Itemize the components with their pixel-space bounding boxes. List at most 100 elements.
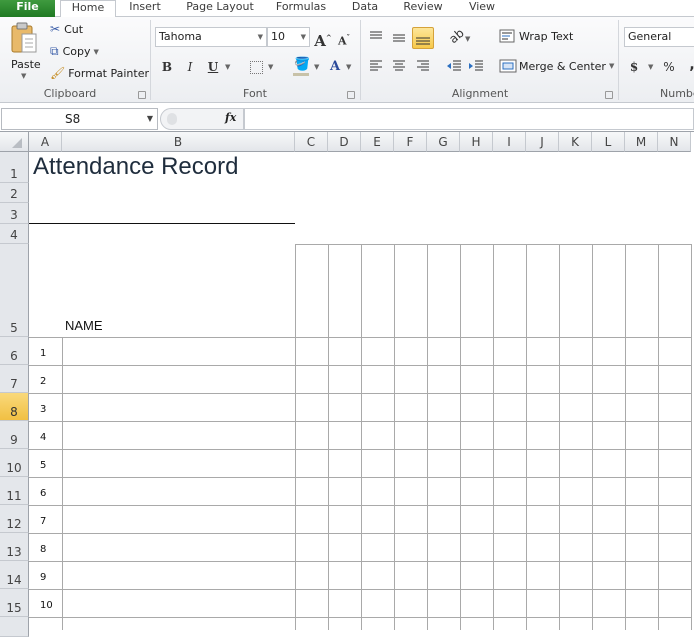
column-header-n[interactable]: N: [658, 132, 691, 152]
italic-button[interactable]: I: [180, 57, 200, 77]
column-header-i[interactable]: I: [493, 132, 526, 152]
column-header-c[interactable]: C: [295, 132, 328, 152]
comma-button[interactable]: ,: [682, 55, 694, 75]
select-all-button[interactable]: [0, 132, 29, 152]
cut-label: Cut: [64, 22, 84, 36]
row-header-2[interactable]: 2: [0, 183, 29, 203]
align-bottom-button[interactable]: [412, 27, 434, 49]
font-size-value: 10: [271, 30, 285, 43]
row-number: 15: [6, 601, 22, 615]
row-header-1[interactable]: 1: [0, 152, 29, 183]
cell-border: [559, 244, 560, 630]
column-header-a[interactable]: A: [29, 132, 62, 152]
cell-border: [658, 244, 659, 630]
tab-view[interactable]: View: [462, 0, 502, 17]
number-group-label: Number: [660, 87, 694, 100]
column-header-g[interactable]: G: [427, 132, 460, 152]
row-header-11[interactable]: 11: [0, 477, 29, 505]
tab-formulas[interactable]: Formulas: [270, 0, 332, 17]
increase-indent-icon[interactable]: [468, 59, 484, 73]
row-header-14[interactable]: 14: [0, 561, 29, 589]
name-box-dropdown-icon[interactable]: ▼: [147, 109, 153, 129]
align-center-icon[interactable]: [391, 59, 407, 73]
formula-bar: S8 ▼ fx: [0, 103, 694, 132]
fill-color-dropdown-icon[interactable]: ▼: [314, 63, 319, 71]
row-number-cell: 7: [40, 516, 47, 527]
row-header-3[interactable]: 3: [0, 203, 29, 224]
clipboard-dialog-launcher[interactable]: [138, 91, 146, 99]
format-painter-button[interactable]: 🖌 Format Painter: [50, 66, 149, 80]
alignment-dialog-launcher[interactable]: [605, 91, 613, 99]
orientation-icon[interactable]: ab: [446, 26, 466, 46]
ribbon-tab-bar: File Home Insert Page Layout Formulas Da…: [0, 0, 694, 18]
formula-input[interactable]: [244, 108, 694, 130]
column-header-k[interactable]: K: [559, 132, 592, 152]
underline-dropdown-icon[interactable]: ▼: [225, 63, 230, 71]
row-header-4[interactable]: 4: [0, 224, 29, 244]
bold-button[interactable]: B: [157, 57, 177, 77]
paste-button[interactable]: Paste ▼: [7, 20, 43, 80]
align-middle-icon[interactable]: [391, 32, 407, 44]
row-number: 1: [10, 167, 18, 181]
number-format-dropdown[interactable]: General: [624, 27, 694, 47]
font-group-label: Font: [243, 87, 267, 100]
tab-file[interactable]: File: [0, 0, 55, 17]
number-format-value: General: [628, 30, 672, 43]
align-left-icon[interactable]: [368, 59, 384, 73]
percent-button[interactable]: %: [659, 57, 679, 77]
name-box-value: S8: [65, 112, 81, 126]
column-header-d[interactable]: D: [328, 132, 361, 152]
tab-data[interactable]: Data: [345, 0, 385, 17]
font-name-dropdown[interactable]: Tahoma ▼: [155, 27, 267, 47]
align-top-icon[interactable]: [368, 30, 384, 42]
row-header-15[interactable]: 15: [0, 589, 29, 617]
column-header-f[interactable]: F: [394, 132, 427, 152]
column-header-e[interactable]: E: [361, 132, 394, 152]
name-box[interactable]: S8 ▼: [1, 108, 158, 130]
row-header-16[interactable]: [0, 617, 29, 637]
paste-dropdown-icon: ▼: [21, 72, 27, 80]
column-header-m[interactable]: M: [625, 132, 658, 152]
font-color-button[interactable]: A: [325, 57, 345, 77]
row-header-13[interactable]: 13: [0, 533, 29, 561]
cut-button[interactable]: ✂ Cut: [50, 22, 83, 36]
tab-insert[interactable]: Insert: [122, 0, 168, 17]
currency-dropdown-icon[interactable]: ▼: [648, 63, 653, 71]
column-header-j[interactable]: J: [526, 132, 559, 152]
row-header-10[interactable]: 10: [0, 449, 29, 477]
tab-home[interactable]: Home: [60, 0, 116, 18]
insert-function-button[interactable]: fx: [225, 111, 236, 124]
row-header-7[interactable]: 7: [0, 365, 29, 393]
grow-font-button[interactable]: A^: [313, 28, 333, 50]
tab-review[interactable]: Review: [398, 0, 448, 17]
align-right-icon[interactable]: [415, 59, 431, 73]
merge-center-button[interactable]: Merge & Center ▼: [499, 59, 614, 73]
column-header-l[interactable]: L: [592, 132, 625, 152]
borders-icon[interactable]: [250, 61, 263, 74]
tab-page-layout[interactable]: Page Layout: [180, 0, 260, 17]
decrease-indent-icon[interactable]: [446, 59, 462, 73]
currency-button[interactable]: $: [624, 57, 644, 77]
row-number: 14: [6, 573, 22, 587]
row-number: 3: [10, 208, 18, 222]
font-size-dropdown[interactable]: 10 ▼: [267, 27, 310, 47]
font-color-dropdown-icon[interactable]: ▼: [346, 63, 351, 71]
shrink-font-button[interactable]: Aˇ: [334, 28, 354, 48]
wrap-text-button[interactable]: Wrap Text: [499, 29, 573, 43]
borders-dropdown-icon[interactable]: ▼: [268, 63, 273, 71]
font-dialog-launcher[interactable]: [347, 91, 355, 99]
copy-button[interactable]: ⧉ Copy ▼: [50, 44, 99, 59]
cell-border: [361, 244, 362, 630]
fill-color-button[interactable]: 🪣: [292, 57, 310, 76]
row-header-6[interactable]: 6: [0, 337, 29, 365]
row-number: 2: [10, 187, 18, 201]
column-header-h[interactable]: H: [460, 132, 493, 152]
row-header-9[interactable]: 9: [0, 421, 29, 449]
column-header-b[interactable]: B: [62, 132, 295, 152]
underline-button[interactable]: U: [203, 57, 223, 77]
row-header-8[interactable]: 8: [0, 393, 29, 421]
row-header-5[interactable]: 5: [0, 244, 29, 337]
orientation-dropdown-icon[interactable]: ▼: [465, 35, 470, 43]
row-header-12[interactable]: 12: [0, 505, 29, 533]
expand-handle-icon[interactable]: [167, 113, 177, 125]
